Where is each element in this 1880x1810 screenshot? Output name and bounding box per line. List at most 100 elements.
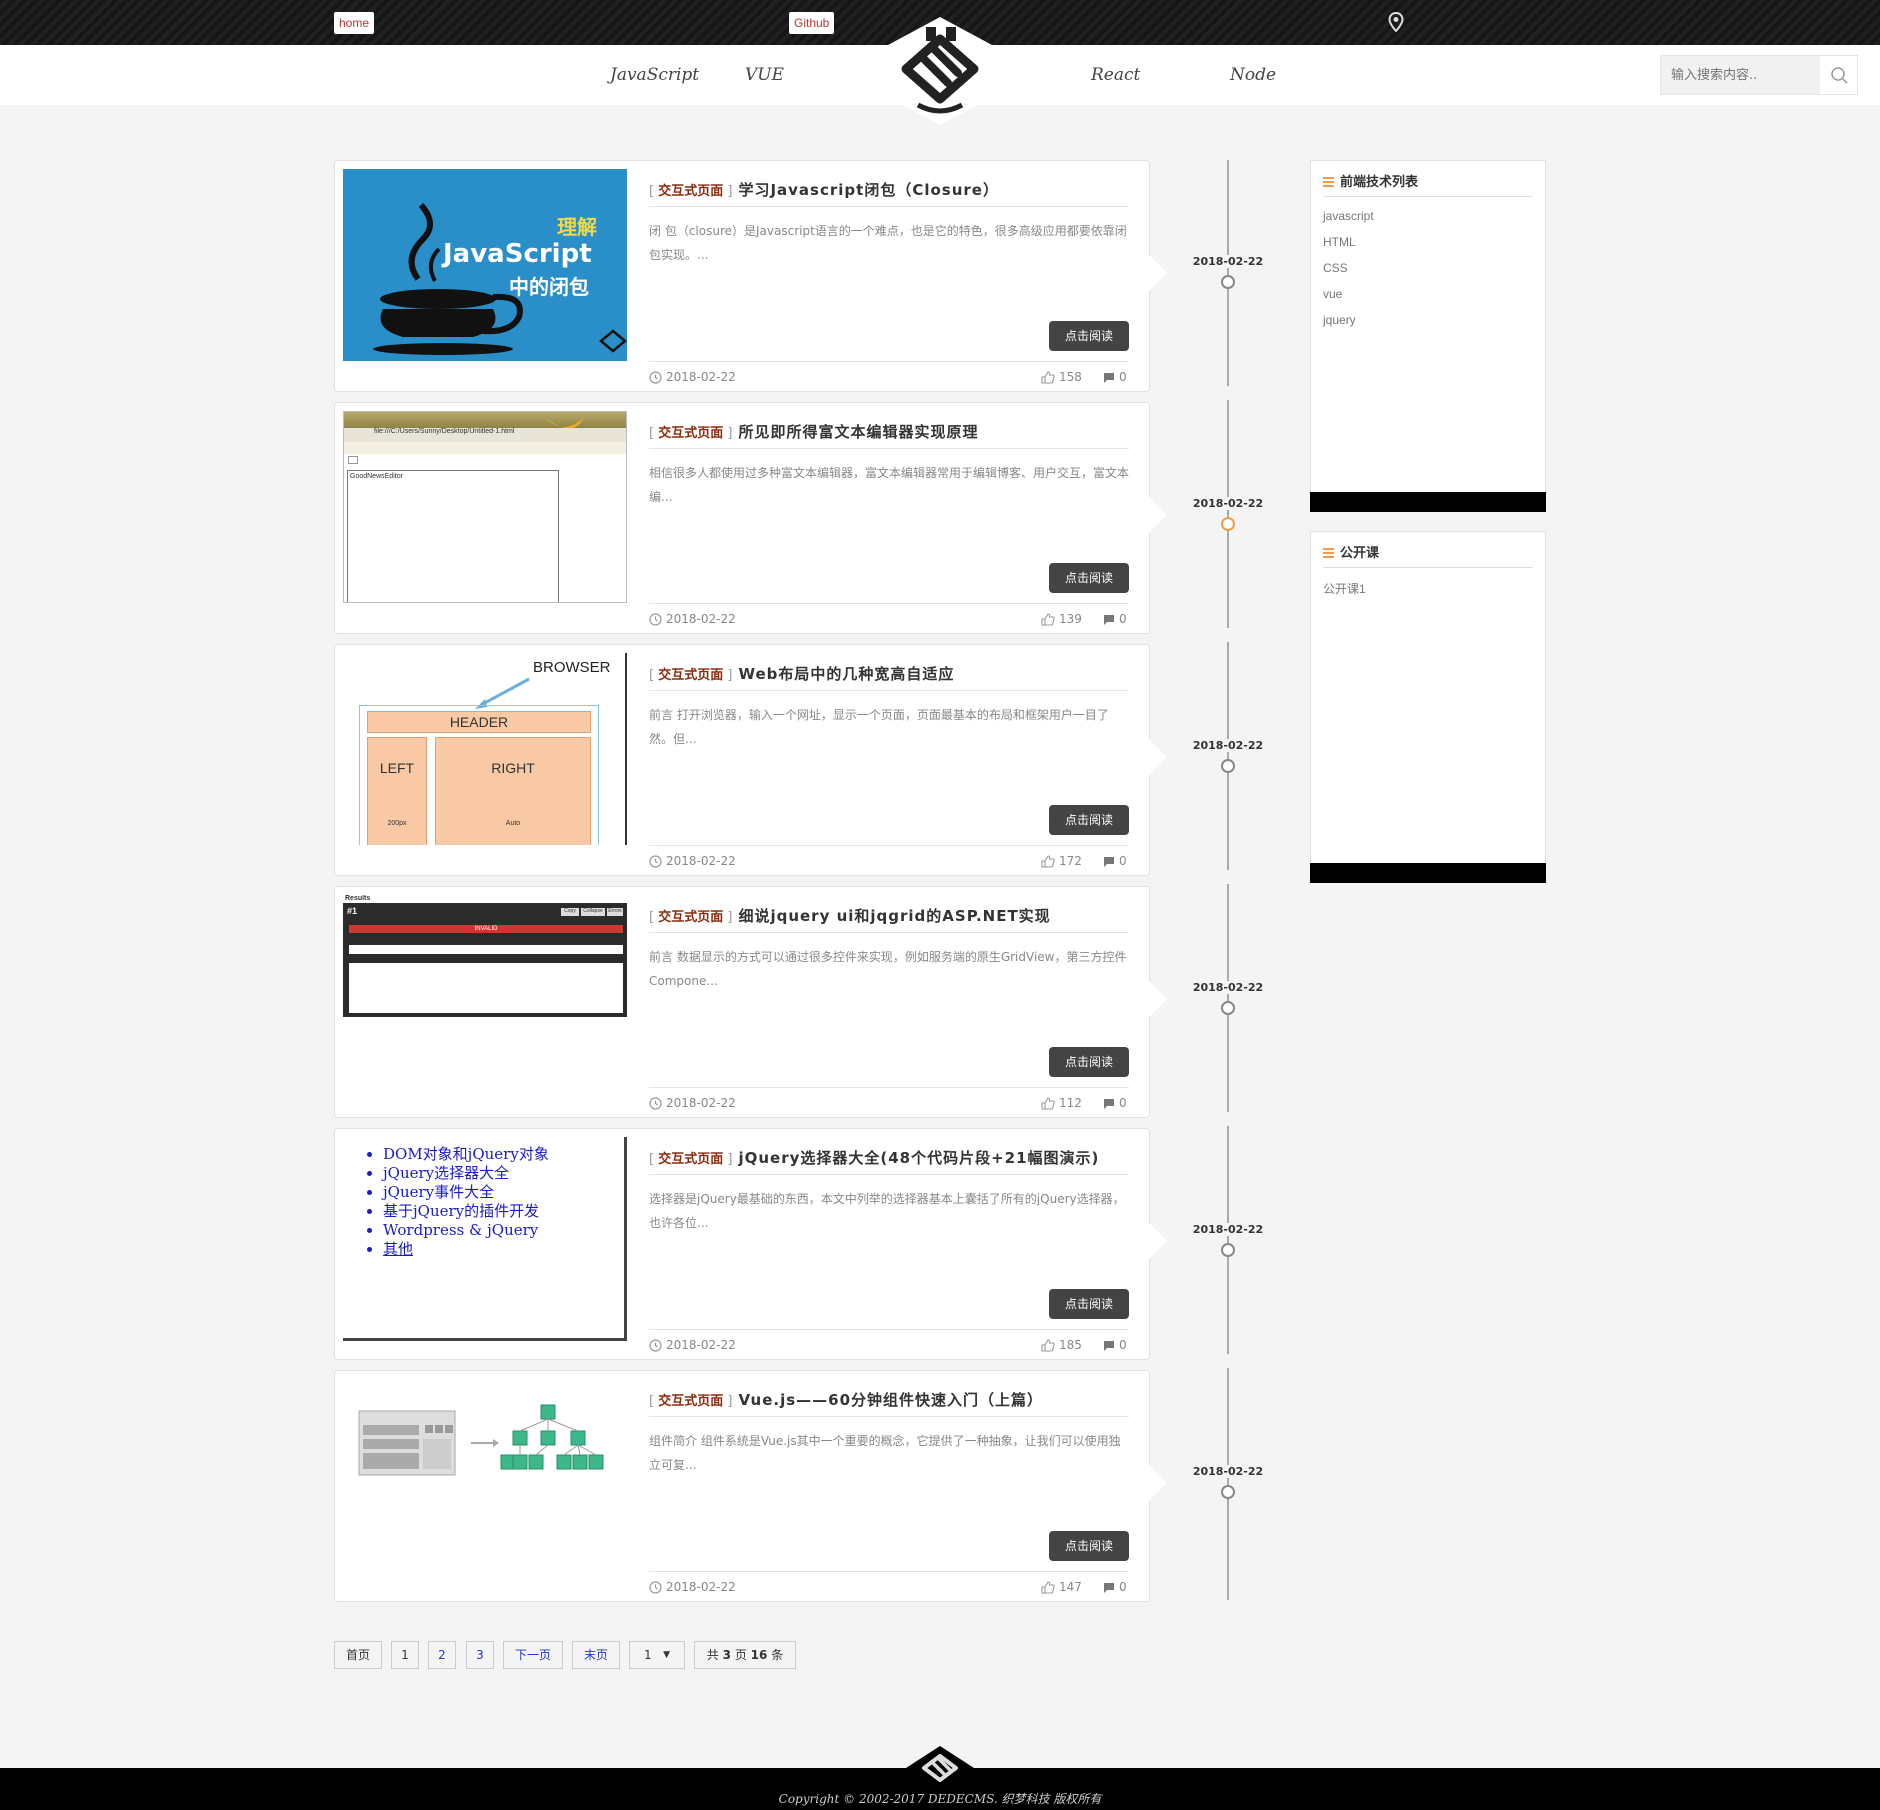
- article-meta: 2018-02-22 139 0: [649, 603, 1129, 629]
- article-title[interactable]: Web布局中的几种宽高自适应: [738, 665, 954, 683]
- site-logo[interactable]: [888, 17, 992, 125]
- article-title[interactable]: 细说jquery ui和jqgrid的ASP.NET实现: [738, 907, 1050, 925]
- pager-page-3[interactable]: 3: [466, 1641, 494, 1669]
- comment-icon: [1104, 1099, 1114, 1109]
- clock-icon: [649, 855, 662, 868]
- timeline-dot-active: [1221, 517, 1235, 531]
- copyright-text: Copyright © 2002-2017 DEDECMS. 织梦科技 版权所有: [778, 1792, 1102, 1806]
- pager-page-2[interactable]: 2: [428, 1641, 456, 1669]
- github-link[interactable]: Github: [789, 12, 835, 34]
- map-pin-icon[interactable]: [1388, 12, 1404, 32]
- read-more-button[interactable]: 点击阅读: [1049, 1289, 1129, 1319]
- jquery-topic-list: DOM对象和jQuery对象 jQuery选择器大全 jQuery事件大全 基于…: [383, 1145, 549, 1259]
- article-summary: 前言 打开浏览器，输入一个网址，显示一个页面，页面最基本的布局和框架用户一目了然…: [649, 708, 1109, 746]
- article-card: [ 交互式页面 ] Vue.js——60分钟组件快速入门（上篇） 组件简介 组件系…: [334, 1370, 1167, 1602]
- article-summary: 闭 包（closure）是Javascript语言的一个难点，也是它的特色，很多…: [649, 224, 1127, 262]
- read-more-button[interactable]: 点击阅读: [1049, 563, 1129, 593]
- layout-header: HEADER: [367, 711, 591, 733]
- read-more-button[interactable]: 点击阅读: [1049, 1047, 1129, 1077]
- component-tree-diagram: [358, 1404, 604, 1476]
- pager-first[interactable]: 首页: [334, 1641, 382, 1669]
- timeline-date: 2018-02-22: [1187, 255, 1269, 268]
- article-title[interactable]: 学习Javascript闭包（Closure）: [738, 181, 999, 199]
- widget-title: 公开课: [1323, 542, 1533, 568]
- article-title-row: [ 交互式页面 ] jQuery选择器大全(48个代码片段+21幅图演示): [649, 1147, 1129, 1175]
- nav-item-vue[interactable]: VUE: [745, 65, 784, 85]
- thumb-text-line2: JavaScript: [443, 239, 592, 269]
- course-list-item[interactable]: 公开课1: [1323, 580, 1366, 606]
- thumbs-up-icon: [1041, 371, 1055, 384]
- article-likes: 112: [1059, 1096, 1082, 1110]
- article-thumbnail-vue-components[interactable]: [343, 1379, 627, 1571]
- article-tag[interactable]: [ 交互式页面 ]: [649, 184, 732, 199]
- article-date: 2018-02-22: [666, 370, 736, 384]
- tech-list-item[interactable]: HTML: [1323, 235, 1374, 261]
- grid-invalid-banner: INVALID: [349, 925, 623, 933]
- article-date: 2018-02-22: [666, 1338, 736, 1352]
- article-comments: 0: [1119, 370, 1127, 384]
- search-input[interactable]: [1661, 56, 1821, 94]
- article-meta: 2018-02-22 172 0: [649, 845, 1129, 871]
- page-select[interactable]: 1 ▼: [629, 1641, 685, 1669]
- article-tag[interactable]: [ 交互式页面 ]: [649, 1152, 732, 1167]
- article-thumbnail-editor[interactable]: file:///C:/Users/Sunny/Desktop/Untitled-…: [343, 411, 627, 603]
- timeline-dot: [1221, 1243, 1235, 1257]
- read-more-button[interactable]: 点击阅读: [1049, 321, 1129, 351]
- layout-right: RIGHT Auto: [435, 737, 591, 845]
- article-title[interactable]: Vue.js——60分钟组件快速入门（上篇）: [738, 1391, 1043, 1409]
- home-link[interactable]: home: [334, 12, 375, 34]
- timeline-dot: [1221, 759, 1235, 773]
- thumbs-up-icon: [1041, 855, 1055, 868]
- article-thumbnail-js-closure[interactable]: 理解 JavaScript 中的闭包: [343, 169, 627, 361]
- article-comments: 0: [1119, 854, 1127, 868]
- article-meta: 2018-02-22 185 0: [649, 1329, 1129, 1355]
- comment-icon: [1104, 857, 1114, 867]
- list-icon: [1323, 177, 1334, 187]
- article-meta: 2018-02-22 158 0: [649, 361, 1129, 387]
- pager-last[interactable]: 末页: [572, 1641, 620, 1669]
- article-likes: 185: [1059, 1338, 1082, 1352]
- nav-item-node[interactable]: Node: [1230, 65, 1276, 85]
- footer-logo: [906, 1746, 974, 1790]
- article-card: 理解 JavaScript 中的闭包 [ 交互式页面 ] 学习Javascript…: [334, 160, 1167, 392]
- tech-list-item[interactable]: CSS: [1323, 261, 1374, 287]
- article-tag[interactable]: [ 交互式页面 ]: [649, 910, 732, 925]
- comment-icon: [1104, 1583, 1114, 1593]
- clock-icon: [649, 1339, 662, 1352]
- article-comments: 0: [1119, 1096, 1127, 1110]
- list-item: jQuery选择器大全: [383, 1164, 549, 1183]
- pager-next[interactable]: 下一页: [503, 1641, 563, 1669]
- grid-results-label: Results: [345, 895, 371, 902]
- article-title-row: [ 交互式页面 ] 学习Javascript闭包（Closure）: [649, 179, 1129, 207]
- tech-list-item[interactable]: vue: [1323, 287, 1374, 313]
- article-thumbnail-grid[interactable]: Results #1 Copy Collapse Errors INVALID: [343, 895, 627, 1019]
- article-comments: 0: [1119, 1338, 1127, 1352]
- article-date: 2018-02-22: [666, 1580, 736, 1594]
- tech-list-item[interactable]: javascript: [1323, 209, 1374, 235]
- article-card: file:///C:/Users/Sunny/Desktop/Untitled-…: [334, 402, 1167, 634]
- search-box: [1660, 55, 1858, 95]
- article-thumbnail-layout[interactable]: BROWSER HEADER LEFT 200px RIGHT Auto: [343, 653, 627, 845]
- thumb-text-line1: 理解: [557, 215, 597, 239]
- article-title[interactable]: jQuery选择器大全(48个代码片段+21幅图演示): [738, 1149, 1099, 1167]
- article-thumbnail-jquery-list[interactable]: DOM对象和jQuery对象 jQuery选择器大全 jQuery事件大全 基于…: [343, 1137, 627, 1341]
- grid-number: #1: [347, 906, 358, 916]
- read-more-button[interactable]: 点击阅读: [1049, 805, 1129, 835]
- editor-url: file:///C:/Users/Sunny/Desktop/Untitled-…: [374, 428, 515, 435]
- article-tag[interactable]: [ 交互式页面 ]: [649, 1394, 732, 1409]
- tech-list-item[interactable]: jquery: [1323, 313, 1374, 339]
- nav-item-javascript[interactable]: JavaScript: [610, 65, 699, 85]
- pager-page-1[interactable]: 1: [391, 1641, 419, 1669]
- read-more-button[interactable]: 点击阅读: [1049, 1531, 1129, 1561]
- article-likes: 158: [1059, 370, 1082, 384]
- clock-icon: [649, 371, 662, 384]
- article-tag[interactable]: [ 交互式页面 ]: [649, 426, 732, 441]
- layout-browser-label: BROWSER: [533, 659, 611, 676]
- article-title[interactable]: 所见即所得富文本编辑器实现原理: [738, 423, 978, 441]
- article-card: Results #1 Copy Collapse Errors INVALID …: [334, 886, 1167, 1118]
- article-tag[interactable]: [ 交互式页面 ]: [649, 668, 732, 683]
- editor-label: GoodNewsEditor: [350, 473, 403, 480]
- search-button[interactable]: [1819, 56, 1857, 94]
- article-title-row: [ 交互式页面 ] Web布局中的几种宽高自适应: [649, 663, 1129, 691]
- nav-item-react[interactable]: React: [1091, 65, 1140, 85]
